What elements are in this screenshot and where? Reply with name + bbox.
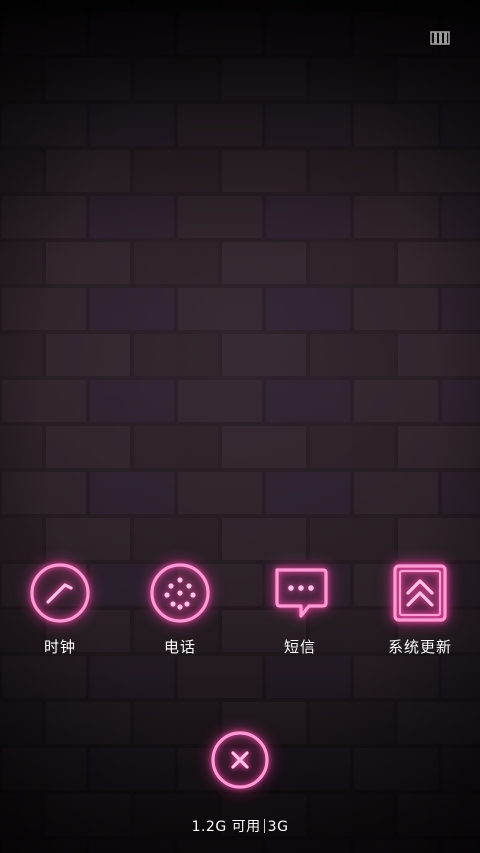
app-phone-label: 电话 — [163, 638, 196, 656]
message-icon — [275, 568, 328, 618]
memory-total: 3G — [267, 819, 289, 835]
app-system-update-label: 系统更新 — [387, 638, 452, 656]
recent-apps-row: 时钟 电话 短信 系统更新 — [0, 560, 480, 660]
memory-separator — [263, 819, 265, 833]
app-messages-label: 短信 — [283, 638, 316, 656]
app-messages[interactable]: 短信 — [250, 560, 350, 660]
recents-toggle-button[interactable] — [428, 28, 452, 48]
recent-apps-screen: 时钟 电话 短信 系统更新 1.2G 可用 3G — [0, 0, 480, 853]
phone-dialpad-icon — [150, 563, 210, 623]
app-system-update[interactable]: 系统更新 — [370, 560, 470, 660]
brick-wall-background — [0, 0, 480, 853]
recents-toggle-icon — [430, 31, 450, 45]
memory-status: 1.2G 可用 3G — [0, 816, 480, 836]
app-clock[interactable]: 时钟 — [10, 560, 110, 660]
clock-icon — [30, 563, 90, 623]
app-phone[interactable]: 电话 — [130, 560, 230, 660]
close-icon — [211, 731, 269, 789]
memory-available: 1.2G 可用 — [191, 819, 261, 835]
system-update-icon — [393, 564, 447, 622]
app-clock-label: 时钟 — [43, 638, 76, 656]
close-all-button[interactable] — [208, 728, 272, 792]
